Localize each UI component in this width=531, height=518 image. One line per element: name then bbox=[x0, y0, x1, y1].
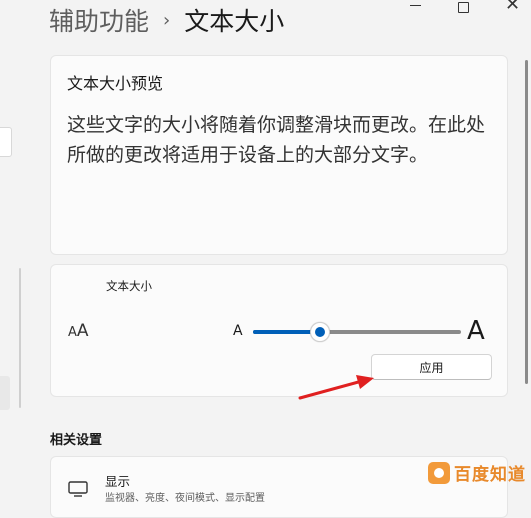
slider-thumb[interactable] bbox=[309, 322, 330, 342]
page-scrollbar[interactable] bbox=[525, 60, 528, 384]
maximize-button[interactable] bbox=[458, 2, 469, 13]
text-size-slider[interactable] bbox=[253, 322, 461, 342]
breadcrumb-parent-link[interactable]: 辅助功能 bbox=[49, 2, 149, 38]
preview-text: 这些文字的大小将随着你调整滑块而更改。在此处所做的更改将适用于设备上的大部分文字… bbox=[67, 114, 486, 166]
sidebar-scrollbar[interactable] bbox=[19, 268, 21, 408]
related-settings-heading: 相关设置 bbox=[50, 433, 103, 448]
text-size-icon-big: A bbox=[76, 321, 89, 341]
text-size-setting-card: 文本大小 AA A A 应用 bbox=[50, 264, 508, 397]
watermark-text: 百度知道 bbox=[454, 465, 526, 485]
text-size-icon-small: A bbox=[68, 325, 77, 340]
breadcrumb: 辅助功能 › 文本大小 bbox=[49, 0, 284, 40]
baidu-logo-icon bbox=[428, 461, 450, 484]
watermark: 百度知道 bbox=[428, 460, 526, 485]
monitor-icon bbox=[68, 481, 88, 497]
chevron-right-icon: › bbox=[163, 9, 171, 31]
page-title: 文本大小 bbox=[184, 7, 285, 36]
text-size-preview-card: 文本大小预览 这些文字的大小将随着你调整滑块而更改。在此处所做的更改将适用于设备… bbox=[50, 55, 508, 255]
related-item-description: 监视器、亮度、夜间模式、显示配置 bbox=[105, 493, 265, 504]
minimize-button[interactable] bbox=[408, 0, 424, 12]
preview-title: 文本大小预览 bbox=[67, 74, 164, 93]
slider-min-label: A bbox=[233, 323, 243, 339]
text-size-icon: AA bbox=[68, 321, 89, 341]
text-size-label: 文本大小 bbox=[106, 279, 152, 293]
apply-button[interactable]: 应用 bbox=[371, 354, 492, 380]
sidebar-search-box[interactable] bbox=[0, 127, 12, 157]
related-item-title: 显示 bbox=[105, 474, 131, 489]
slider-max-label: A bbox=[467, 316, 485, 346]
sidebar-item-selected[interactable] bbox=[0, 376, 10, 410]
close-icon: ✕ bbox=[505, 0, 521, 15]
close-button[interactable]: ✕ bbox=[505, 0, 520, 15]
